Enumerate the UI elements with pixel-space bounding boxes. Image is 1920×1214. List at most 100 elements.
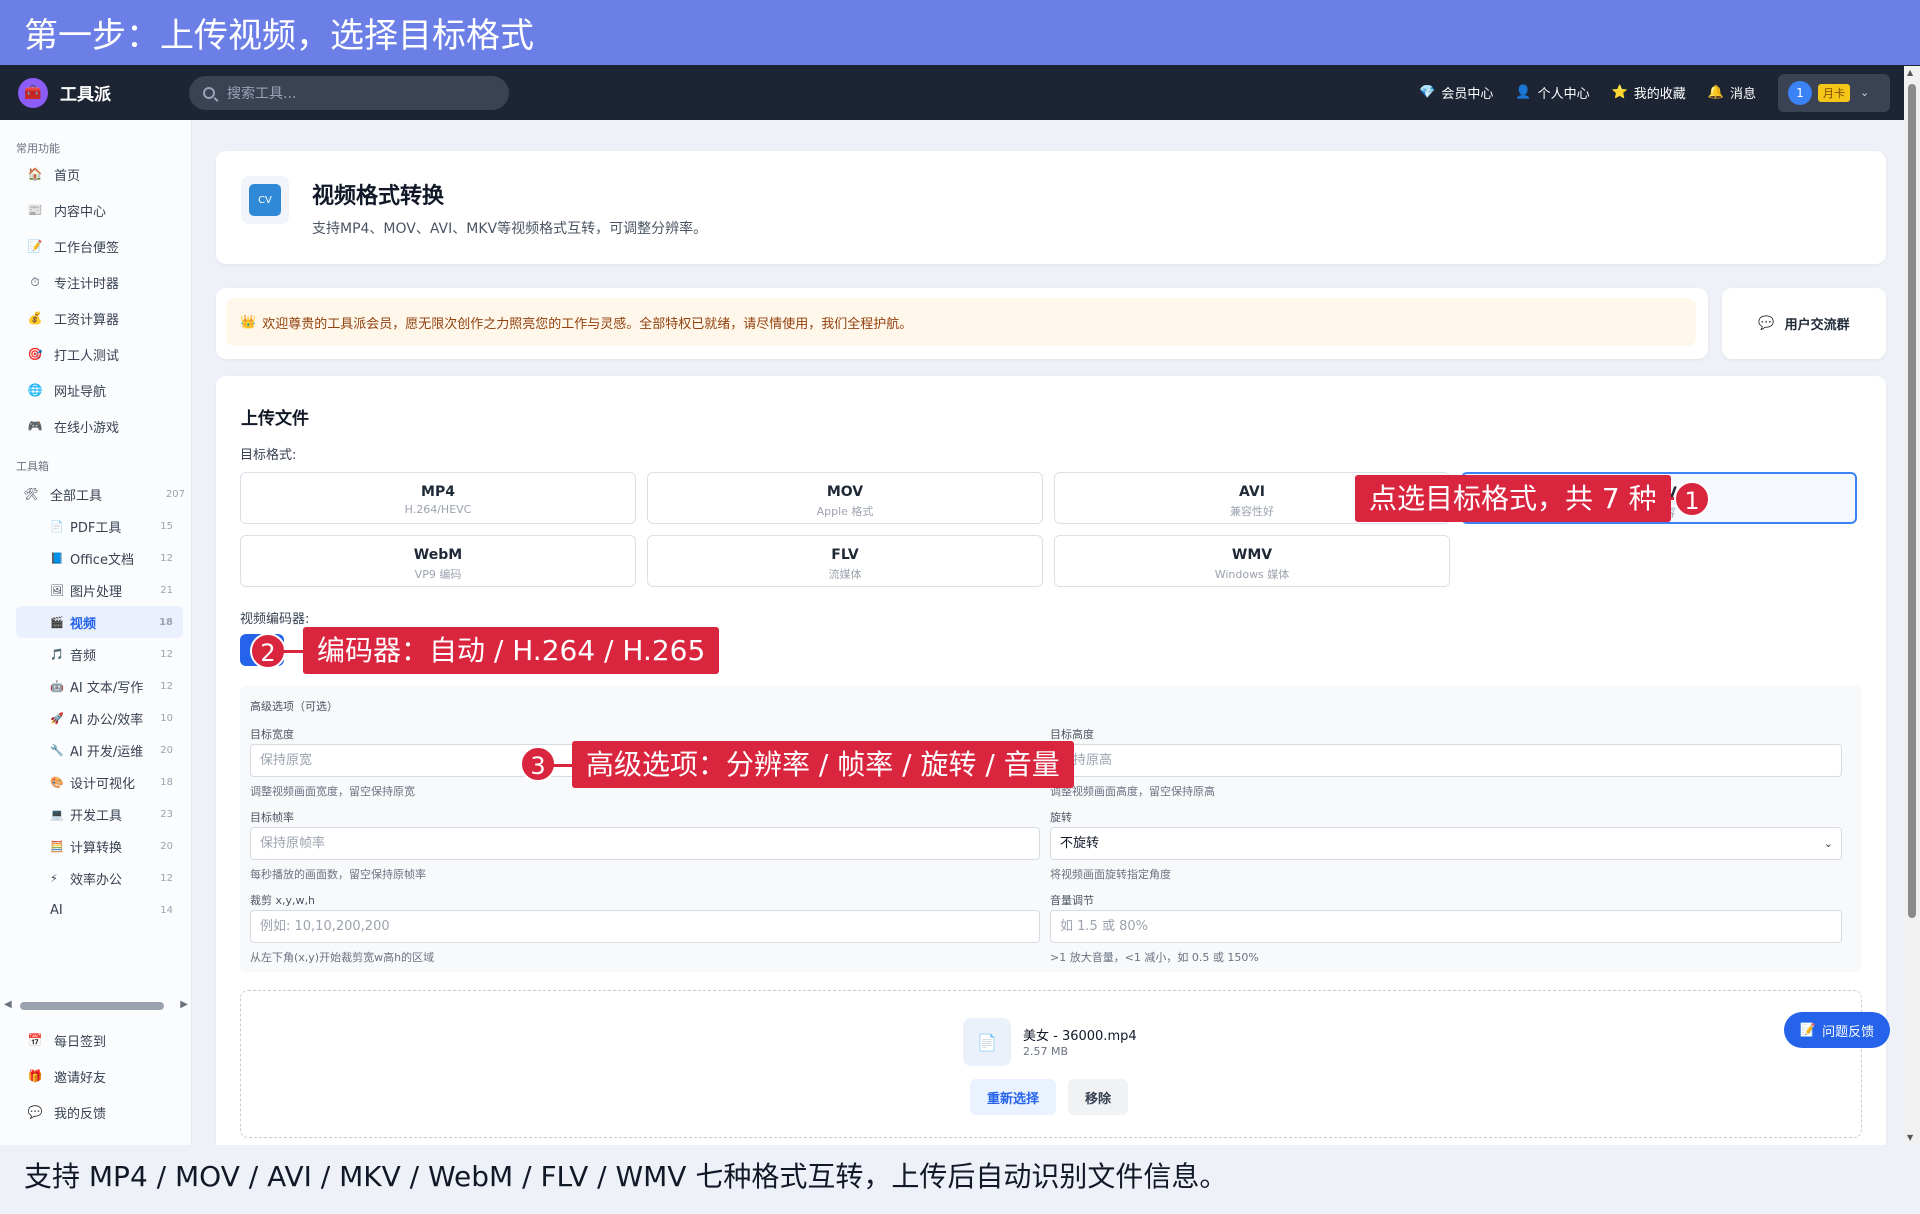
height-input[interactable]: 保持原高: [1050, 744, 1842, 777]
nav-messages[interactable]: 🔔 消息: [1708, 83, 1756, 102]
sidebar-item-label: 在线小游戏: [54, 420, 120, 436]
format-desc: VP9 编码: [414, 568, 462, 581]
callout-3-number: 3: [520, 746, 556, 782]
sidebar-item[interactable]: 🎁 邀请好友: [0, 1058, 190, 1094]
height-label: 目标高度: [1050, 728, 1094, 741]
sidebar-item[interactable]: 📝 工作台便签: [0, 228, 191, 264]
sidebar-tool-list: 📄 PDF工具 15 📘 Office文档 12 🖼 图片处理 21 🎬 视频 18 🎵 音频 12 🤖 AI …: [0, 510, 191, 926]
fps-input[interactable]: 保持原帧率: [250, 827, 1040, 860]
sidebar-horizontal-scrollbar[interactable]: ◀ ▶: [4, 998, 188, 1010]
scroll-left-arrow-icon[interactable]: ◀: [4, 999, 12, 1010]
sidebar-count: 14: [160, 904, 173, 916]
sidebar-item[interactable]: AI 14: [16, 894, 183, 926]
user-icon: 👤: [1515, 85, 1532, 100]
sidebar-item[interactable]: 🎵 音频 12: [16, 638, 183, 670]
sidebar-item-label: 开发工具: [70, 808, 123, 824]
sidebar-item[interactable]: ⚡ 效率办公 12: [16, 862, 183, 894]
sidebar-item[interactable]: 💻 开发工具 23: [16, 798, 183, 830]
sidebar-item[interactable]: ⏱ 专注计时器: [0, 264, 191, 300]
sidebar-item[interactable]: 🧮 计算转换 20: [16, 830, 183, 862]
fps-label: 目标帧率: [250, 811, 294, 824]
format-desc: 流媒体: [828, 568, 862, 581]
format-option-mp4[interactable]: MP4 H.264/HEVC: [240, 472, 636, 524]
sidebar: 常用功能 🏠 首页 📰 内容中心 📝 工作台便签 ⏱ 专注计时器 💰 工资计算器 🎯 打工人测试 🌐 网址…: [0, 120, 192, 1145]
sidebar-item[interactable]: 🚀 AI 办公/效率 10: [16, 702, 183, 734]
sidebar-item-label: 效率办公: [70, 872, 123, 888]
width-label: 目标宽度: [250, 728, 294, 741]
nav-favorites[interactable]: ⭐ 我的收藏: [1612, 83, 1686, 102]
sidebar-item[interactable]: 📘 Office文档 12: [16, 542, 183, 574]
sidebar-item[interactable]: 🤖 AI 文本/写作 12: [16, 670, 183, 702]
search-input[interactable]: 搜索工具...: [189, 75, 509, 110]
wrench-icon: 🔧: [50, 743, 64, 757]
sidebar-item[interactable]: 🎯 打工人测试: [0, 336, 191, 372]
chat-icon: 💬: [27, 1105, 43, 1119]
sidebar-count: 18: [159, 616, 173, 628]
file-drop-zone[interactable]: 📄 美女 - 36000.mp4 2.57 MB 重新选择 移除: [240, 990, 1862, 1138]
crop-input[interactable]: 例如: 10,10,200,200: [250, 910, 1040, 943]
feedback-button[interactable]: 📝 问题反馈: [1784, 1012, 1890, 1048]
scroll-up-arrow-icon[interactable]: ▲: [1907, 68, 1913, 77]
sidebar-count: 23: [160, 808, 173, 820]
sidebar-item[interactable]: 💰 工资计算器: [0, 300, 191, 336]
sidebar-item[interactable]: 🔧 AI 开发/运维 20: [16, 734, 183, 766]
volume-label: 音量调节: [1050, 894, 1094, 907]
rotate-select[interactable]: 不旋转 ⌄: [1050, 827, 1842, 860]
sidebar-item[interactable]: 🖼 图片处理 21: [16, 574, 183, 606]
page-vertical-scrollbar[interactable]: ▲ ▼: [1904, 66, 1920, 1144]
app-logo[interactable]: 🧰 工具派: [18, 77, 111, 108]
scrollbar-thumb[interactable]: [20, 1002, 164, 1010]
tool-icon: CV: [241, 176, 289, 224]
sidebar-item-label: 内容中心: [54, 204, 107, 220]
music-icon: 🎵: [50, 647, 64, 661]
sidebar-item[interactable]: 📰 内容中心: [0, 192, 191, 228]
user-menu[interactable]: 1 月卡 ⌄: [1778, 73, 1890, 112]
globe-icon: 🌐: [27, 383, 43, 397]
top-nav-links: 💎 会员中心 👤 个人中心 ⭐ 我的收藏 🔔 消息 1 月卡 ⌄: [1397, 73, 1920, 112]
sidebar-item[interactable]: 💬 我的反馈: [0, 1094, 190, 1130]
sidebar-item-all-tools[interactable]: 🛠 全部工具 207: [0, 478, 191, 510]
star-icon: ⭐: [1611, 85, 1628, 100]
membership-badge: 月卡: [1818, 83, 1850, 102]
sidebar-item[interactable]: 🏠 首页: [0, 156, 191, 192]
scrollbar-thumb[interactable]: [1908, 84, 1916, 918]
format-option-webm[interactable]: WebM VP9 编码: [240, 535, 636, 587]
rotate-label: 旋转: [1050, 811, 1072, 824]
format-option-mov[interactable]: MOV Apple 格式: [647, 472, 1043, 524]
calculator-icon: 🧮: [50, 839, 64, 853]
user-group-button[interactable]: 💬 用户交流群: [1722, 288, 1886, 359]
bell-icon: 🔔: [1707, 85, 1724, 100]
sidebar-item[interactable]: 🎬 视频 18: [16, 606, 183, 638]
rocket-icon: 🚀: [50, 711, 64, 725]
scroll-right-arrow-icon[interactable]: ▶: [180, 999, 188, 1010]
sidebar-item[interactable]: 🎨 设计可视化 18: [16, 766, 183, 798]
remove-button[interactable]: 移除: [1068, 1079, 1128, 1115]
file-size: 2.57 MB: [1023, 1045, 1069, 1058]
nav-profile[interactable]: 👤 个人中心: [1515, 83, 1589, 102]
sidebar-item[interactable]: 📅 每日签到: [0, 1022, 190, 1058]
scroll-down-arrow-icon[interactable]: ▼: [1907, 1133, 1913, 1142]
step-banner: 第一步：上传视频，选择目标格式: [0, 0, 1920, 65]
sidebar-item[interactable]: 📄 PDF工具 15: [16, 510, 183, 542]
office-icon: 📘: [50, 551, 64, 565]
format-option-flv[interactable]: FLV 流媒体: [647, 535, 1043, 587]
sidebar-item-label: 邀请好友: [54, 1070, 107, 1086]
sidebar-item[interactable]: 🌐 网址导航: [0, 372, 191, 408]
format-desc: H.264/HEVC: [404, 503, 472, 516]
fps-hint: 每秒播放的画面数，留空保持原帧率: [250, 868, 426, 881]
sidebar-section-tools: 工具箱: [16, 460, 49, 473]
format-option-wmv[interactable]: WMV Windows 媒体: [1054, 535, 1450, 587]
width-hint: 调整视频画面宽度，留空保持原宽: [250, 785, 415, 798]
reselect-button[interactable]: 重新选择: [970, 1079, 1056, 1115]
sidebar-item-label: 计算转换: [70, 840, 123, 856]
height-hint: 调整视频画面高度，留空保持原高: [1050, 785, 1215, 798]
volume-input[interactable]: 如 1.5 或 80%: [1050, 910, 1842, 943]
nav-vip-center[interactable]: 💎 会员中心: [1419, 83, 1493, 102]
sidebar-item[interactable]: 🎮 在线小游戏: [0, 408, 191, 444]
document-icon: 📝: [1799, 1022, 1817, 1038]
sidebar-item-label: AI 办公/效率: [70, 712, 144, 728]
format-name: WebM: [413, 547, 463, 563]
callout-2-number: 2: [250, 633, 286, 669]
sidebar-section-common: 常用功能: [16, 142, 60, 155]
sidebar-count: 12: [160, 680, 173, 692]
